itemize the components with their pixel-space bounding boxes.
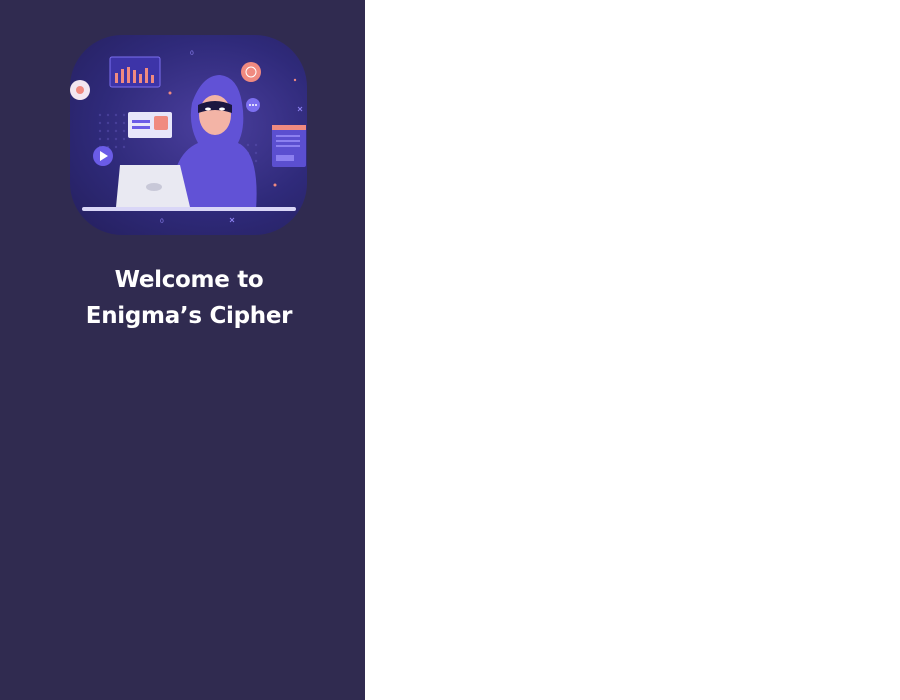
welcome-line-1: Welcome to: [114, 267, 264, 293]
welcome-heading: Welcome to Enigma’s Cipher: [0, 262, 378, 334]
main-content: [365, 0, 900, 700]
welcome-line-2: Enigma’s Cipher: [85, 303, 293, 329]
svg-text:0: 0: [190, 50, 194, 57]
hero-illustration: 0 0: [70, 35, 307, 235]
svg-text:0: 0: [160, 218, 164, 225]
sidebar: 0 0 Welcome to Enigma’s Cipher: [0, 0, 365, 700]
hacker-illustration-icon: 0 0: [70, 50, 306, 225]
